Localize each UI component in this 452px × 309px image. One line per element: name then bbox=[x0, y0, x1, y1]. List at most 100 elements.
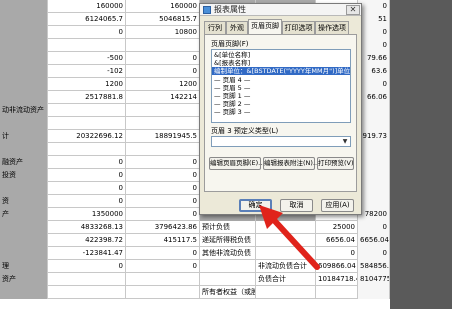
row-label[interactable]: 产 bbox=[0, 208, 48, 221]
cell-value-2[interactable]: 0 bbox=[126, 156, 200, 169]
cell-value-1[interactable]: 0 bbox=[48, 195, 126, 208]
cell-subitem[interactable] bbox=[256, 286, 316, 299]
cell-value-1[interactable]: 0 bbox=[48, 182, 126, 195]
cell-value-4[interactable]: 0 bbox=[358, 247, 390, 260]
cell-value-4[interactable]: 8104775.77 bbox=[358, 273, 390, 286]
cell-item[interactable]: 递延所得税负债 bbox=[200, 234, 256, 247]
cell-value-1[interactable]: 0 bbox=[48, 26, 126, 39]
cell-value-2[interactable]: 415117.5 bbox=[126, 234, 200, 247]
row-label[interactable] bbox=[0, 221, 48, 234]
cell-item[interactable]: 预计负债 bbox=[200, 221, 256, 234]
cell-value-1[interactable] bbox=[48, 286, 126, 299]
cell-value-1[interactable]: 422398.72 bbox=[48, 234, 126, 247]
close-icon[interactable]: ✕ bbox=[346, 5, 360, 15]
cell-value-1[interactable]: 0 bbox=[48, 156, 126, 169]
row-label[interactable] bbox=[0, 65, 48, 78]
row-label[interactable]: 计 bbox=[0, 130, 48, 143]
cell-value-2[interactable] bbox=[126, 143, 200, 156]
row-label[interactable]: 投资 bbox=[0, 169, 48, 182]
cell-value-1[interactable] bbox=[48, 143, 126, 156]
cell-value-2[interactable]: 0 bbox=[126, 247, 200, 260]
tab-print-options[interactable]: 打印选项 bbox=[282, 21, 315, 34]
cell-value-4[interactable] bbox=[358, 286, 390, 299]
row-label[interactable] bbox=[0, 182, 48, 195]
list-item[interactable]: — 页眉 4 — bbox=[214, 76, 250, 84]
print-preview-button[interactable]: 打印预览(V) bbox=[317, 157, 354, 170]
cell-value-2[interactable]: 0 bbox=[126, 260, 200, 273]
list-item[interactable]: &[报表名称] bbox=[214, 59, 250, 67]
tab-rows-cols[interactable]: 行列 bbox=[204, 21, 226, 34]
cell-value-1[interactable]: 1350000 bbox=[48, 208, 126, 221]
chevron-down-icon[interactable]: ▼ bbox=[341, 138, 349, 145]
predefined-type-select[interactable]: ▼ bbox=[211, 136, 351, 147]
cell-value-1[interactable]: -500 bbox=[48, 52, 126, 65]
cell-value-2[interactable]: 0 bbox=[126, 65, 200, 78]
cell-value-2[interactable]: 0 bbox=[126, 52, 200, 65]
cell-item[interactable]: 其他非流动负债 bbox=[200, 247, 256, 260]
cell-value-3[interactable]: 10184718.44 bbox=[316, 273, 358, 286]
cell-value-2[interactable] bbox=[126, 273, 200, 286]
cell-value-1[interactable]: 4833268.13 bbox=[48, 221, 126, 234]
cell-value-2[interactable]: 142214 bbox=[126, 91, 200, 104]
cell-value-4[interactable]: 0 bbox=[358, 39, 390, 52]
cell-value-2[interactable]: 0 bbox=[126, 195, 200, 208]
cell-value-1[interactable] bbox=[48, 273, 126, 286]
cell-value-2[interactable]: 3796423.86 bbox=[126, 221, 200, 234]
cell-value-2[interactable]: 160000 bbox=[126, 0, 200, 13]
cell-value-4[interactable]: 6656.04 bbox=[358, 234, 390, 247]
cell-subitem[interactable]: 负债合计 bbox=[256, 273, 316, 286]
cell-value-4[interactable] bbox=[358, 143, 390, 156]
list-item[interactable]: — 页脚 2 — bbox=[214, 100, 250, 108]
cell-item[interactable]: 所有者权益（或股东权益） bbox=[200, 286, 256, 299]
cell-value-1[interactable]: 6124065.7 bbox=[48, 13, 126, 26]
cell-value-4[interactable]: 78200 bbox=[358, 208, 390, 221]
cell-value-1[interactable]: 1200 bbox=[48, 78, 126, 91]
cell-value-4[interactable]: 0 bbox=[358, 26, 390, 39]
cell-value-2[interactable] bbox=[126, 117, 200, 130]
cell-value-4[interactable]: 51 bbox=[358, 13, 390, 26]
row-label[interactable] bbox=[0, 117, 48, 130]
cell-value-2[interactable]: 18891945.5 bbox=[126, 130, 200, 143]
cell-value-3[interactable] bbox=[316, 286, 358, 299]
cell-value-1[interactable] bbox=[48, 39, 126, 52]
cell-value-2[interactable]: 0 bbox=[126, 182, 200, 195]
cell-value-2[interactable] bbox=[126, 104, 200, 117]
row-label[interactable]: 理 bbox=[0, 260, 48, 273]
header-footer-list[interactable]: &[单位名称] &[报表名称] 编制单位：&[BSTDATE("YYYY年MM月… bbox=[211, 49, 351, 123]
row-label[interactable] bbox=[0, 234, 48, 247]
cell-value-2[interactable]: 5046815.7 bbox=[126, 13, 200, 26]
cell-value-4[interactable]: 66.06 bbox=[358, 91, 390, 104]
list-item[interactable]: &[单位名称] bbox=[214, 51, 250, 59]
cell-value-4[interactable] bbox=[358, 195, 390, 208]
cell-value-4[interactable]: 0 bbox=[358, 221, 390, 234]
cell-value-1[interactable]: 0 bbox=[48, 260, 126, 273]
list-item[interactable]: — 页眉 5 — bbox=[214, 84, 250, 92]
list-item[interactable]: — 页脚 3 — bbox=[214, 108, 250, 116]
edit-header-footer-button[interactable]: 编辑页眉页脚(E)... bbox=[209, 157, 264, 170]
row-label[interactable]: 动非流动资产 bbox=[0, 104, 48, 117]
cell-value-2[interactable]: 0 bbox=[126, 169, 200, 182]
cell-value-1[interactable]: 0 bbox=[48, 169, 126, 182]
list-item[interactable]: — 页脚 1 — bbox=[214, 92, 250, 100]
row-label[interactable] bbox=[0, 52, 48, 65]
cell-item[interactable] bbox=[200, 260, 256, 273]
cell-value-2[interactable] bbox=[126, 39, 200, 52]
row-label[interactable]: 资 bbox=[0, 195, 48, 208]
row-label[interactable] bbox=[0, 247, 48, 260]
cell-value-4[interactable] bbox=[358, 156, 390, 169]
cell-value-1[interactable]: -123841.47 bbox=[48, 247, 126, 260]
row-label[interactable]: 资产 bbox=[0, 273, 48, 286]
cell-value-1[interactable] bbox=[48, 104, 126, 117]
cell-value-4[interactable]: 63.6 bbox=[358, 65, 390, 78]
row-label[interactable] bbox=[0, 39, 48, 52]
edit-report-note-button[interactable]: 编辑报表附注(N)... bbox=[263, 157, 319, 170]
cell-value-4[interactable] bbox=[358, 104, 390, 117]
cell-value-1[interactable]: 160000 bbox=[48, 0, 126, 13]
row-label[interactable] bbox=[0, 286, 48, 299]
tab-appearance[interactable]: 外观 bbox=[226, 21, 248, 34]
cell-value-1[interactable]: 20322696.12 bbox=[48, 130, 126, 143]
row-label[interactable] bbox=[0, 143, 48, 156]
row-label[interactable]: 融资产 bbox=[0, 156, 48, 169]
list-item-selected[interactable]: 编制单位：&[BSTDATE("YYYY年MM月")]单位：元 bbox=[212, 67, 350, 75]
row-label[interactable] bbox=[0, 26, 48, 39]
